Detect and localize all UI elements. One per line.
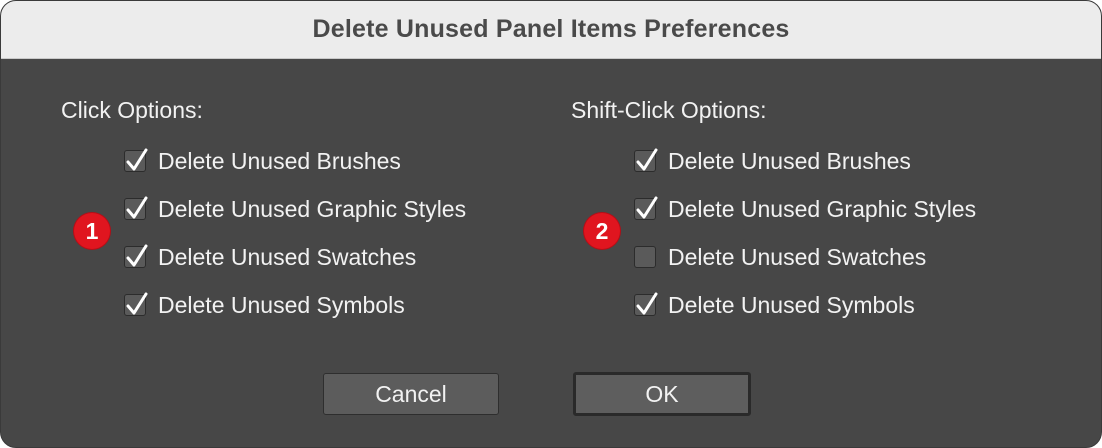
checkbox[interactable] — [124, 196, 148, 220]
checkbox[interactable] — [634, 196, 658, 220]
annotation-badge-2: 2 — [584, 213, 620, 249]
dialog-titlebar[interactable]: Delete Unused Panel Items Preferences — [1, 1, 1101, 59]
checkbox[interactable] — [124, 244, 148, 268]
click-option-brushes[interactable]: Delete Unused Brushes — [124, 147, 401, 175]
checkmark-icon — [636, 148, 658, 171]
option-label: Delete Unused Symbols — [668, 291, 915, 318]
checkbox[interactable] — [634, 148, 658, 172]
option-label: Delete Unused Swatches — [668, 243, 927, 270]
annotation-badge-1: 1 — [74, 213, 110, 249]
option-label: Delete Unused Brushes — [158, 147, 401, 174]
option-label: Delete Unused Swatches — [158, 243, 417, 270]
click-options-label: Click Options: — [61, 97, 203, 123]
option-label: Delete Unused Graphic Styles — [158, 195, 467, 222]
checkbox[interactable] — [634, 292, 658, 316]
shift-click-option-graphic-styles[interactable]: Delete Unused Graphic Styles — [634, 195, 976, 223]
option-label: Delete Unused Symbols — [158, 291, 405, 318]
checkbox[interactable] — [124, 148, 148, 172]
option-label: Delete Unused Brushes — [668, 147, 911, 174]
checkbox[interactable] — [634, 246, 656, 268]
ok-button[interactable]: OK — [573, 372, 751, 416]
click-option-graphic-styles[interactable]: Delete Unused Graphic Styles — [124, 195, 466, 223]
shift-click-option-swatches[interactable]: Delete Unused Swatches — [634, 243, 926, 271]
checkmark-icon — [126, 196, 148, 219]
preferences-dialog: Delete Unused Panel Items Preferences Cl… — [0, 0, 1102, 448]
checkmark-icon — [636, 292, 658, 315]
click-option-symbols[interactable]: Delete Unused Symbols — [124, 291, 405, 319]
dialog-title: Delete Unused Panel Items Preferences — [312, 15, 790, 43]
option-label: Delete Unused Graphic Styles — [668, 195, 977, 222]
click-option-swatches[interactable]: Delete Unused Swatches — [124, 243, 416, 271]
cancel-button[interactable]: Cancel — [323, 373, 499, 415]
shift-click-options-label: Shift-Click Options: — [571, 97, 767, 123]
shift-click-option-symbols[interactable]: Delete Unused Symbols — [634, 291, 915, 319]
checkmark-icon — [126, 292, 148, 315]
checkbox[interactable] — [124, 292, 148, 316]
checkmark-icon — [636, 196, 658, 219]
shift-click-option-brushes[interactable]: Delete Unused Brushes — [634, 147, 911, 175]
checkmark-icon — [126, 148, 148, 171]
checkmark-icon — [126, 244, 148, 267]
